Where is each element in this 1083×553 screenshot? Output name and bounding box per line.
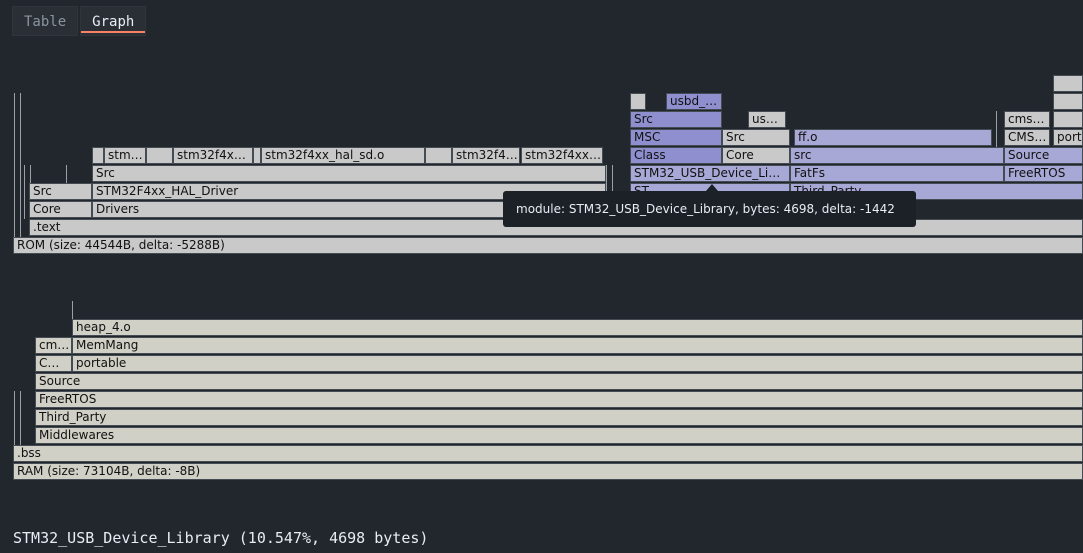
rom-src[interactable]: Src xyxy=(29,183,92,200)
rom-thin-slice-8 xyxy=(996,111,997,147)
ram-portable[interactable]: portable xyxy=(72,355,1083,372)
ram-heap4[interactable]: heap_4.o xyxy=(72,319,1083,336)
ram-freertos[interactable]: FreeRTOS xyxy=(35,391,1083,408)
rom-hal-misc-1[interactable] xyxy=(92,147,104,164)
rom-fatfs-src[interactable]: src xyxy=(790,147,1004,164)
rom-usb-class[interactable]: Class xyxy=(630,147,722,164)
ram-thin-slice-3 xyxy=(72,301,73,319)
rom-hal-misc-4[interactable] xyxy=(425,147,452,164)
rom-thin-slice-1 xyxy=(14,93,15,237)
rom-freertos-misc-1[interactable] xyxy=(1053,111,1083,128)
ram-bss[interactable]: .bss xyxy=(13,445,1083,462)
rom-hal-sd[interactable]: stm32f4xx_hal_sd.o xyxy=(261,147,425,164)
rom-thin-slice-5 xyxy=(66,165,67,183)
rom-cmsis-dir[interactable]: CMS… xyxy=(1004,129,1050,146)
ram-middlewares[interactable]: Middlewares xyxy=(35,427,1083,444)
rom-thin-slice-4 xyxy=(30,165,31,183)
ram-memmang[interactable]: MemMang xyxy=(72,337,1083,354)
rom-usb-device-library[interactable]: STM32_USB_Device_Li… xyxy=(630,165,790,182)
rom-thin-slice-2 xyxy=(20,93,21,237)
tooltip-arrow xyxy=(706,184,718,191)
ram-thin-slice-2 xyxy=(20,391,21,445)
rom-hal-misc-3[interactable] xyxy=(253,147,261,164)
ram-thin-slice-1 xyxy=(14,391,15,445)
rom-usbd-file[interactable]: usbd_… xyxy=(666,93,722,110)
rom-freertos-misc-2[interactable] xyxy=(1053,93,1083,110)
rom-usb-misc[interactable] xyxy=(630,93,646,110)
rom-usb-core[interactable]: Core xyxy=(722,147,790,164)
rom-hal-stm-1[interactable]: stm… xyxy=(104,147,146,164)
ram-third-party[interactable]: Third_Party xyxy=(35,409,1083,426)
rom-freertos-misc-3[interactable] xyxy=(1053,75,1083,92)
rom-hal-stm-3[interactable]: stm32f4… xyxy=(452,147,520,164)
rom-root[interactable]: ROM (size: 44544B, delta: -5288B) xyxy=(13,237,1083,254)
rom-port[interactable]: port xyxy=(1053,129,1083,146)
rom-freertos-source[interactable]: Source xyxy=(1004,147,1083,164)
ram-source[interactable]: Source xyxy=(35,373,1083,390)
rom-ff-file[interactable]: ff.o xyxy=(794,129,992,146)
rom-hal-src[interactable]: Src xyxy=(92,165,606,182)
rom-cmsis-file[interactable]: cms… xyxy=(1004,111,1050,128)
rom-fatfs[interactable]: FatFs xyxy=(790,165,1004,182)
rom-hal-stm-2[interactable]: stm32f4x… xyxy=(173,147,253,164)
rom-usb-core-src[interactable]: Src xyxy=(722,129,790,146)
rom-usb-msc[interactable]: MSC xyxy=(630,129,722,146)
rom-usb-core-file[interactable]: usb… xyxy=(748,111,786,128)
rom-usb-msc-src[interactable]: Src xyxy=(630,111,722,128)
ram-cmsis-dir[interactable]: C… xyxy=(35,355,72,372)
selection-summary: STM32_USB_Device_Library (10.547%, 4698 … xyxy=(13,529,429,547)
hover-tooltip: module: STM32_USB_Device_Library, bytes:… xyxy=(503,191,916,227)
rom-freertos[interactable]: FreeRTOS xyxy=(1004,165,1083,182)
rom-thin-slice-3 xyxy=(24,165,25,219)
rom-hal-misc-2[interactable] xyxy=(146,147,173,164)
ram-root[interactable]: RAM (size: 73104B, delta: -8B) xyxy=(13,463,1083,480)
ram-cmsis-file[interactable]: cm… xyxy=(35,337,72,354)
rom-hal-stm-4[interactable]: stm32f4xx… xyxy=(521,147,603,164)
flame-graph: ROM (size: 44544B, delta: -5288B) .text … xyxy=(0,0,1083,520)
rom-core[interactable]: Core xyxy=(29,201,92,218)
